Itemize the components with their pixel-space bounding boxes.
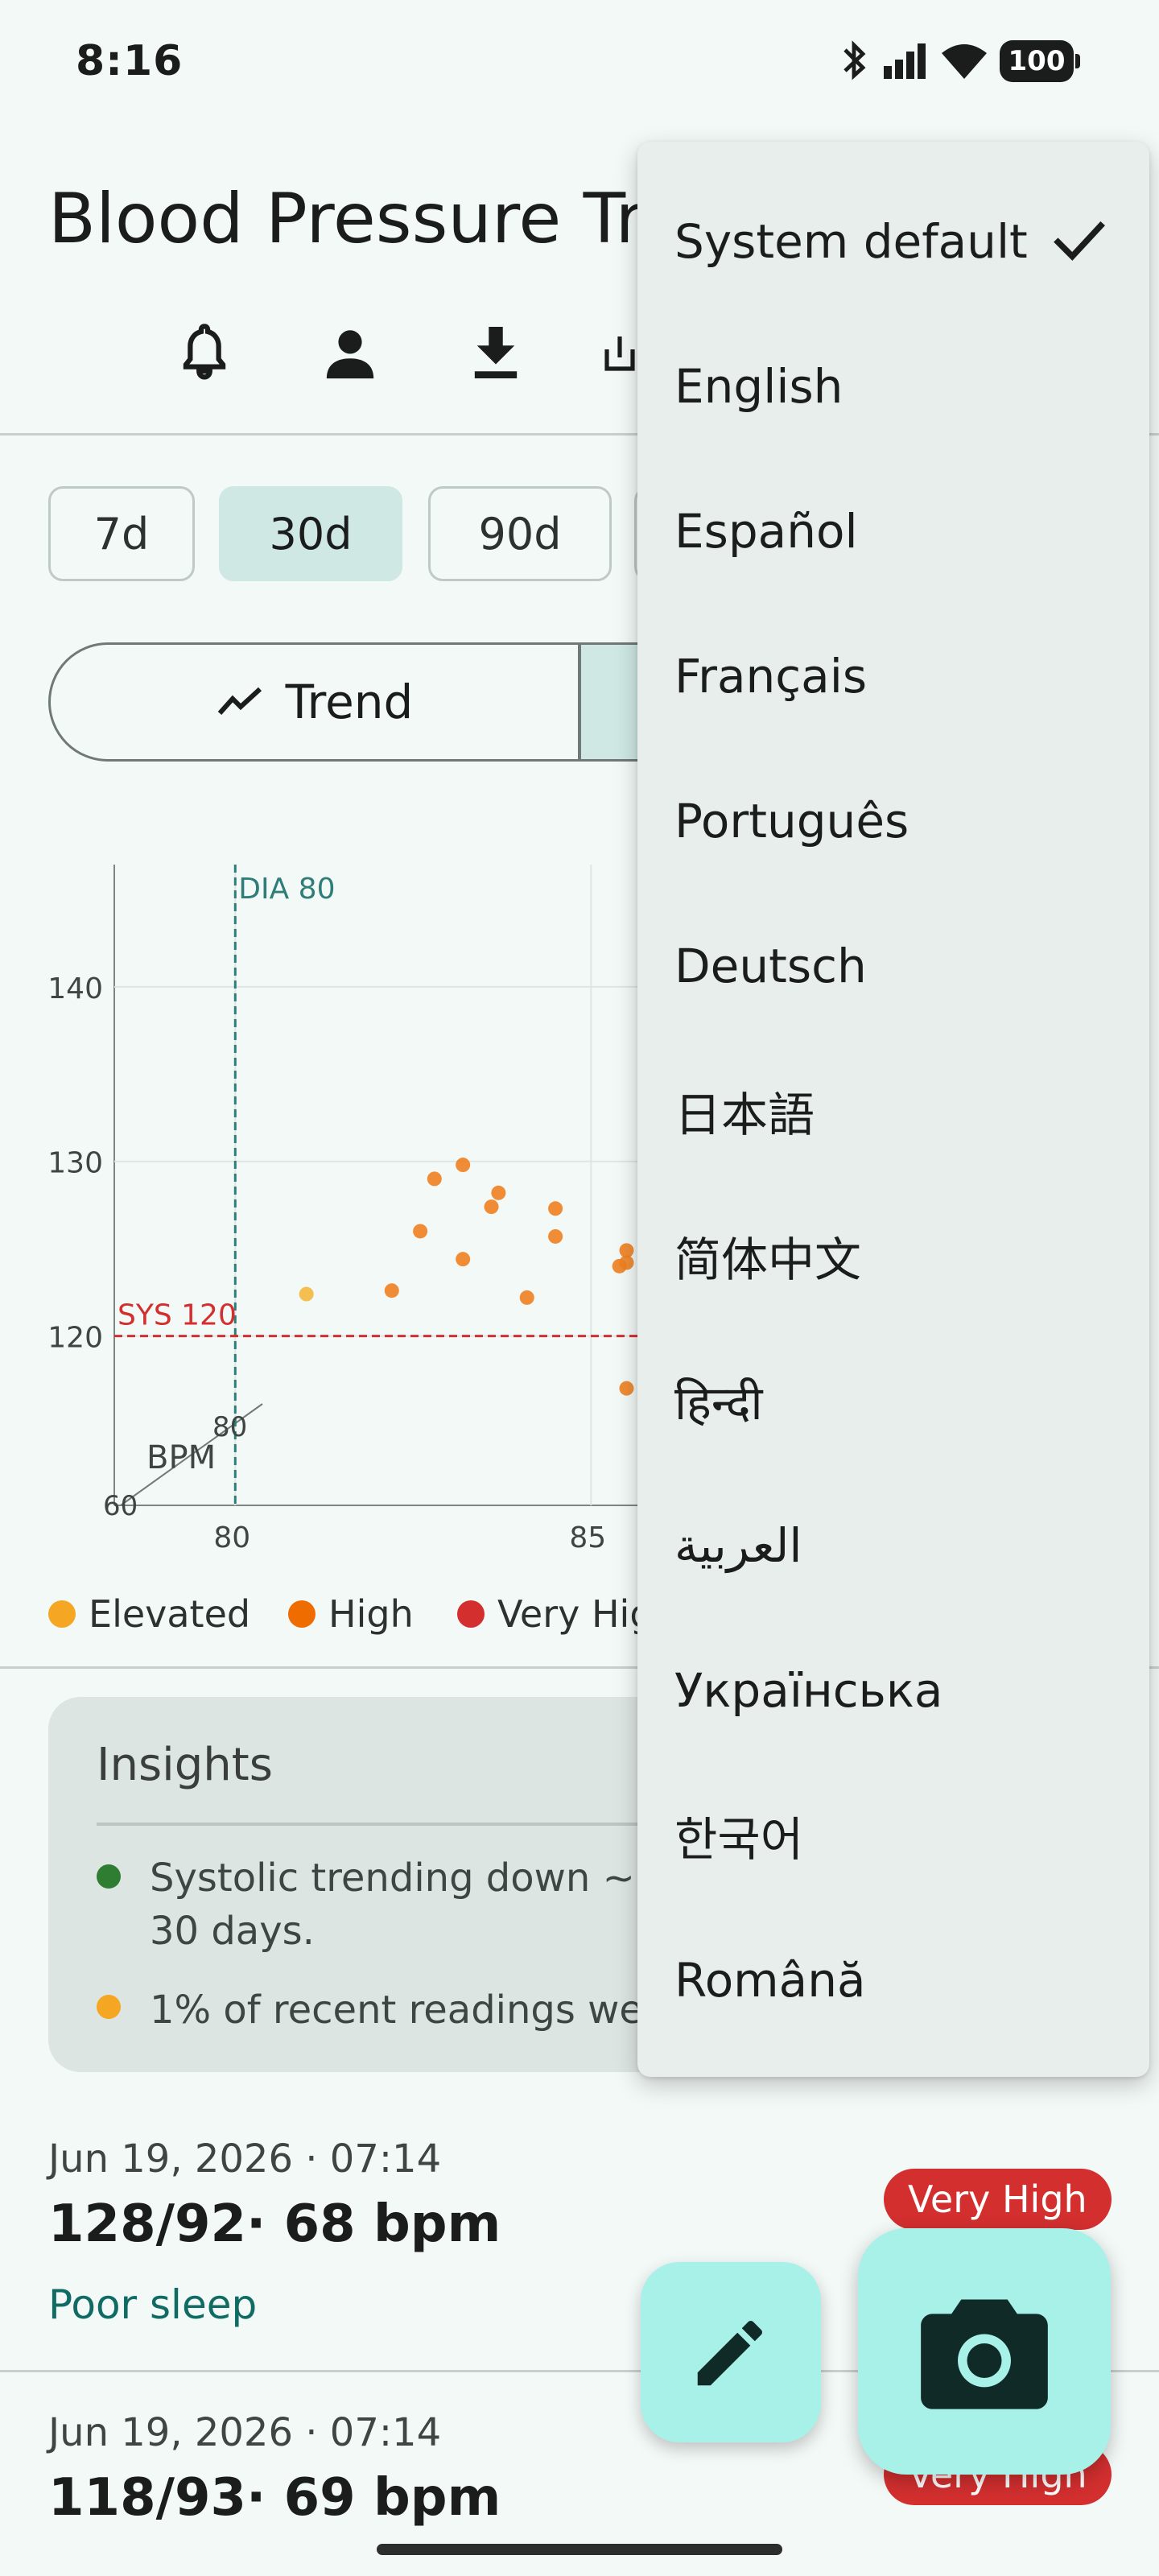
pencil-icon [697, 2321, 762, 2386]
trend-label: Trend [285, 675, 414, 729]
signal-icon [884, 43, 926, 79]
range-chip-30d[interactable]: 30d [219, 486, 402, 581]
y-tick-label: 120 [47, 1322, 103, 1355]
menu-item-system-default[interactable]: System default [637, 169, 1149, 314]
trend-icon [217, 687, 262, 715]
range-chip-90d[interactable]: 90d [428, 486, 612, 581]
page-title: Blood Pressure Tra [48, 179, 687, 259]
data-point-elevated [299, 1286, 314, 1302]
share-icon[interactable] [602, 320, 637, 385]
battery-icon: 100 [1000, 40, 1080, 82]
legend-high: High [288, 1592, 414, 1636]
insight-dot-green [97, 1864, 121, 1889]
data-point-high [612, 1258, 627, 1274]
y-tick-label: 130 [47, 1147, 103, 1180]
bpm-axis-label: BPM [146, 1439, 216, 1476]
menu-item-label: System default [674, 214, 1028, 269]
x-tick-label: 80 [213, 1521, 250, 1554]
legend-elevated: Elevated [48, 1592, 250, 1636]
data-point-high [548, 1228, 563, 1244]
legend-very-high: Very Hig [457, 1592, 654, 1636]
menu-item-arabic[interactable]: العربية [637, 1473, 1149, 1618]
menu-item-english[interactable]: English [637, 314, 1149, 459]
data-point-high [384, 1283, 399, 1298]
status-badge: Very High [884, 2169, 1112, 2230]
data-point-high [484, 1199, 499, 1215]
language-menu: System default English Español Français … [637, 142, 1149, 2077]
trend-toggle[interactable]: Trend [48, 642, 581, 762]
data-point-high [456, 1158, 471, 1173]
home-indicator[interactable] [377, 2544, 782, 2555]
menu-item-espanol[interactable]: Español [637, 459, 1149, 604]
data-point-high [619, 1381, 634, 1396]
camera-icon [921, 2299, 1048, 2409]
reading-date-2: Jun 19, 2026 · 07:14 [48, 2410, 442, 2455]
menu-item-portugues[interactable]: Português [637, 749, 1149, 894]
data-point-high [491, 1185, 506, 1200]
edit-fab[interactable] [641, 2262, 821, 2442]
menu-item-francais[interactable]: Français [637, 604, 1149, 749]
y-tick-label: 140 [47, 972, 103, 1005]
bpm-tick-60: 60 [103, 1490, 138, 1522]
camera-fab[interactable] [858, 2228, 1111, 2475]
bell-icon[interactable] [172, 320, 237, 385]
download-icon[interactable] [464, 320, 528, 385]
status-icons: 100 [839, 39, 1080, 84]
data-point-high [519, 1290, 534, 1305]
menu-item-japanese[interactable]: 日本語 [637, 1038, 1149, 1183]
status-time: 8:16 [76, 37, 184, 85]
data-point-high [548, 1201, 563, 1216]
insight-dot-amber [97, 1995, 121, 2019]
sys-reference-label: SYS 120 [118, 1299, 237, 1332]
menu-item-deutsch[interactable]: Deutsch [637, 894, 1149, 1038]
menu-item-hindi[interactable]: हिन्दी [637, 1328, 1149, 1473]
menu-item-ukrainian[interactable]: Українська [637, 1618, 1149, 1763]
menu-item-chinese[interactable]: 简体中文 [637, 1183, 1149, 1328]
menu-item-romanian[interactable]: Română [637, 1908, 1149, 2053]
x-tick-label: 85 [569, 1521, 606, 1554]
reading-value[interactable]: 128/92· 68 bpm [48, 2194, 501, 2254]
reading-note: Poor sleep [48, 2281, 258, 2328]
legend-label-high: High [328, 1592, 414, 1636]
wifi-icon [942, 44, 987, 79]
range-chip-7d[interactable]: 7d [48, 486, 195, 581]
menu-item-korean[interactable]: 한국어 [637, 1763, 1149, 1908]
check-icon [1054, 221, 1105, 261]
data-point-high [427, 1171, 442, 1187]
person-icon[interactable] [318, 320, 382, 385]
legend-label-very-high: Very Hig [497, 1592, 654, 1636]
dia-reference-label: DIA 80 [238, 873, 335, 906]
legend-dot-very-high [457, 1600, 485, 1628]
legend-dot-elevated [48, 1600, 76, 1628]
data-point-high [456, 1252, 471, 1267]
data-point-high [413, 1224, 428, 1239]
insights-title: Insights [97, 1739, 273, 1791]
reading-value-2[interactable]: 118/93· 69 bpm [48, 2468, 501, 2528]
bluetooth-icon [843, 40, 866, 80]
legend-label-elevated: Elevated [89, 1592, 251, 1636]
reading-date: Jun 19, 2026 · 07:14 [48, 2136, 442, 2182]
bpm-tick-80: 80 [212, 1411, 247, 1443]
legend-dot-high [288, 1600, 316, 1628]
